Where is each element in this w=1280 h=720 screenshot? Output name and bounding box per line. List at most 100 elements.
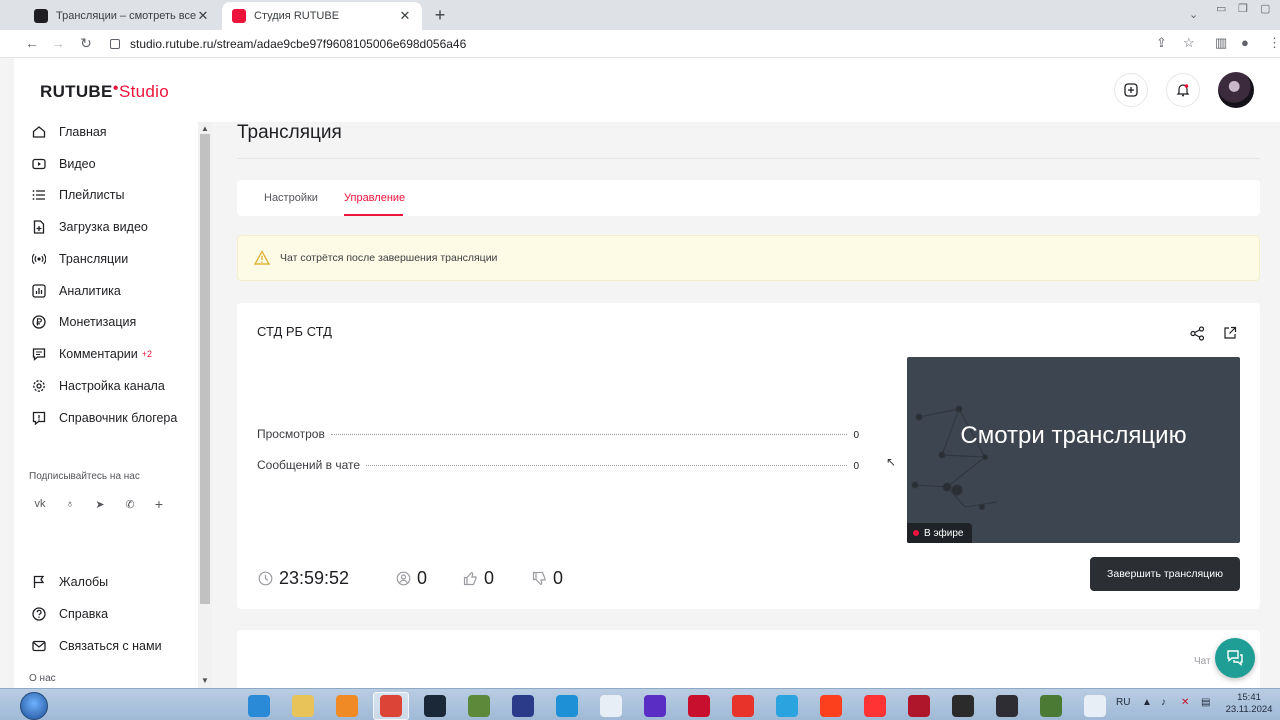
volume-icon[interactable]: ♪ [1161, 697, 1166, 708]
sidebar-item-upload[interactable]: Загрузка видео [31, 217, 148, 237]
app-icon[interactable] [505, 692, 541, 720]
taskbar-clock[interactable]: 15:41 23.11.2024 [1224, 692, 1274, 716]
bookmark-star-icon[interactable]: ☆ [1183, 35, 1195, 51]
app-glyph [600, 695, 622, 717]
sidebar-item-label: Видео [59, 157, 96, 171]
notifications-button[interactable] [1166, 73, 1200, 107]
share-page-icon[interactable]: ⇪ [1156, 35, 1167, 51]
sidebar-item-help[interactable]: Справка [31, 604, 108, 624]
sidebar-item-playlists[interactable]: Плейлисты [31, 185, 124, 205]
action-center-icon[interactable]: ▤ [1201, 697, 1210, 708]
comment-icon [31, 346, 47, 362]
scroll-up-icon[interactable]: ▲ [201, 124, 209, 133]
scroll-down-icon[interactable]: ▼ [201, 676, 209, 685]
new-tab-icon[interactable]: + [430, 5, 450, 26]
viber-icon[interactable]: ✆ [120, 494, 140, 514]
about-label[interactable]: О нас [29, 673, 56, 684]
rutube-studio-logo[interactable]: RUTUBE●Studio [40, 82, 169, 102]
game-icon[interactable] [901, 692, 937, 720]
profile-icon[interactable]: ● [1241, 35, 1249, 50]
lock-icon [110, 39, 120, 49]
add-content-button[interactable] [1114, 73, 1148, 107]
app-white-icon[interactable] [593, 692, 629, 720]
plus-icon[interactable]: + [149, 494, 169, 514]
reload-icon[interactable]: ↻ [77, 35, 95, 52]
viewers-metric: 0 [395, 567, 427, 589]
app-glyph [248, 695, 270, 717]
browser-toolbar: ← → ↻ studio.rutube.ru/stream/adae9cbe97… [0, 30, 1280, 58]
menu-icon[interactable]: ⋮ [1268, 35, 1280, 51]
app-2-icon[interactable] [945, 692, 981, 720]
chrome-icon[interactable] [373, 692, 409, 720]
side-panel-icon[interactable]: ▥ [1215, 35, 1227, 51]
avatar[interactable] [1218, 72, 1254, 108]
sidebar-item-home[interactable]: Главная [31, 122, 107, 142]
app-blue-icon[interactable] [549, 692, 585, 720]
browser-tab-studio[interactable]: Студия RUTUBE ✕ [222, 2, 422, 30]
open-external-icon[interactable] [1221, 324, 1239, 342]
windows-taskbar: RU ▲ ♪ ✕ ▤ 15:41 23.11.2024 [0, 688, 1280, 720]
sidebar-scroll-thumb[interactable] [200, 134, 210, 604]
tab-management[interactable]: Управление [344, 192, 405, 204]
minecraft-2-icon[interactable] [1033, 692, 1069, 720]
chat-card: Чат [237, 630, 1260, 688]
forward-icon[interactable]: → [49, 35, 67, 51]
sidebar-item-broadcasts[interactable]: Трансляции [31, 249, 128, 269]
minecraft-icon[interactable] [461, 692, 497, 720]
recorder-icon[interactable] [681, 692, 717, 720]
end-stream-button[interactable]: Завершить трансляцию [1090, 557, 1240, 591]
ie-icon[interactable] [241, 692, 277, 720]
pen-icon[interactable] [1077, 692, 1113, 720]
chat-messages-stat: Сообщений в чате 0 [257, 458, 859, 472]
sidebar-item-channel-settings[interactable]: Настройка канала [31, 376, 165, 396]
obs-icon[interactable] [989, 692, 1025, 720]
mail-icon [31, 638, 47, 654]
broadcast-icon [31, 251, 47, 267]
yandex-browser-icon[interactable] [857, 692, 893, 720]
telegram-icon[interactable]: ➤ [90, 494, 110, 514]
sidebar-item-complaints[interactable]: Жалобы [31, 572, 108, 592]
network-icon[interactable]: ✕ [1181, 697, 1189, 708]
warning-text: Чат сотрётся после завершения трансляции [280, 252, 498, 264]
vk-icon[interactable]: vk [30, 494, 50, 514]
comments-badge: +2 [141, 349, 152, 359]
app-glyph [1084, 695, 1106, 717]
start-button[interactable] [20, 692, 48, 720]
close-tab-icon[interactable]: ✕ [196, 8, 210, 24]
app-purple-icon[interactable] [637, 692, 673, 720]
address-bar[interactable]: studio.rutube.ru/stream/adae9cbe97f96081… [110, 34, 1180, 54]
app-glyph [732, 695, 754, 717]
duration-value: 23:59:52 [279, 567, 350, 588]
mouse-cursor-icon: ↖ [886, 455, 897, 469]
wps-icon[interactable] [725, 692, 761, 720]
restore-icon[interactable]: ❐ [1238, 2, 1248, 15]
tab-settings[interactable]: Настройки [264, 192, 318, 204]
media-player-icon[interactable] [329, 692, 365, 720]
active-tab-indicator [344, 214, 403, 216]
telegram-icon[interactable] [769, 692, 805, 720]
sidebar-item-monetization[interactable]: Монетизация [31, 312, 136, 332]
language-indicator[interactable]: RU [1116, 697, 1130, 708]
browser-tab-rutube[interactable]: Трансляции – смотреть все вид ✕ [24, 2, 220, 30]
explorer-icon[interactable] [285, 692, 321, 720]
sidebar-item-blogger-guide[interactable]: Справочник блогера [31, 408, 177, 428]
minimize-icon[interactable]: ▭ [1216, 2, 1226, 15]
logo-main: RUTUBE [40, 82, 113, 101]
close-window-icon[interactable]: ▢ [1260, 2, 1270, 15]
close-tab-icon[interactable]: ✕ [398, 8, 412, 24]
support-chat-button[interactable] [1215, 638, 1255, 678]
tray-expand-icon[interactable]: ▲ [1142, 697, 1152, 708]
yandex-icon[interactable] [813, 692, 849, 720]
views-stat: Просмотров 0 [257, 427, 859, 441]
tab-search-icon[interactable]: ⌄ [1189, 8, 1198, 21]
share-icon[interactable] [1188, 324, 1206, 342]
sidebar-item-contact[interactable]: Связаться с нами [31, 636, 162, 656]
back-icon[interactable]: ← [23, 35, 41, 51]
sidebar-item-analytics[interactable]: Аналитика [31, 281, 121, 301]
stream-preview[interactable]: Смотри трансляцию В эфире [907, 357, 1240, 543]
sidebar-item-video[interactable]: Видео [31, 154, 96, 174]
ok-icon[interactable]: ♁ [60, 494, 80, 514]
steam-icon[interactable] [417, 692, 453, 720]
chat-label: Чат [1194, 656, 1211, 667]
sidebar-item-comments[interactable]: Комментарии +2 [31, 344, 152, 364]
